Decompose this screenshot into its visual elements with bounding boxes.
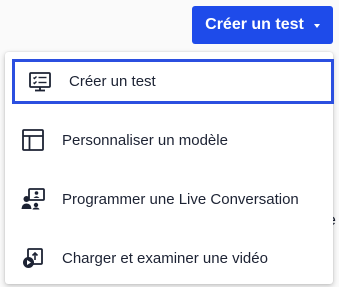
menu-item-schedule-live-conversation[interactable]: Programmer une Live Conversation	[5, 171, 333, 227]
live-conversation-icon	[21, 187, 45, 211]
menu-item-label: Charger et examiner une vidéo	[62, 249, 268, 267]
menu-item-customize-template[interactable]: Personnaliser un modèle	[5, 112, 333, 168]
menu-item-create-test[interactable]: Créer un test	[12, 59, 334, 104]
menu-item-upload-video[interactable]: Charger et examiner une vidéo	[5, 230, 333, 286]
test-monitor-icon	[28, 70, 52, 94]
menu-item-label: Programmer une Live Conversation	[62, 190, 299, 208]
create-test-button-label: Créer un test	[205, 16, 304, 33]
menu-item-label: Personnaliser un modèle	[62, 131, 228, 149]
template-layout-icon	[21, 128, 45, 152]
menu-item-label: Créer un test	[69, 73, 156, 90]
create-dropdown-menu: Créer un test Personnaliser un modèle Pr	[5, 52, 334, 286]
upload-video-icon	[21, 246, 45, 270]
create-test-button[interactable]: Créer un test	[192, 6, 333, 44]
caret-down-icon	[313, 23, 320, 28]
